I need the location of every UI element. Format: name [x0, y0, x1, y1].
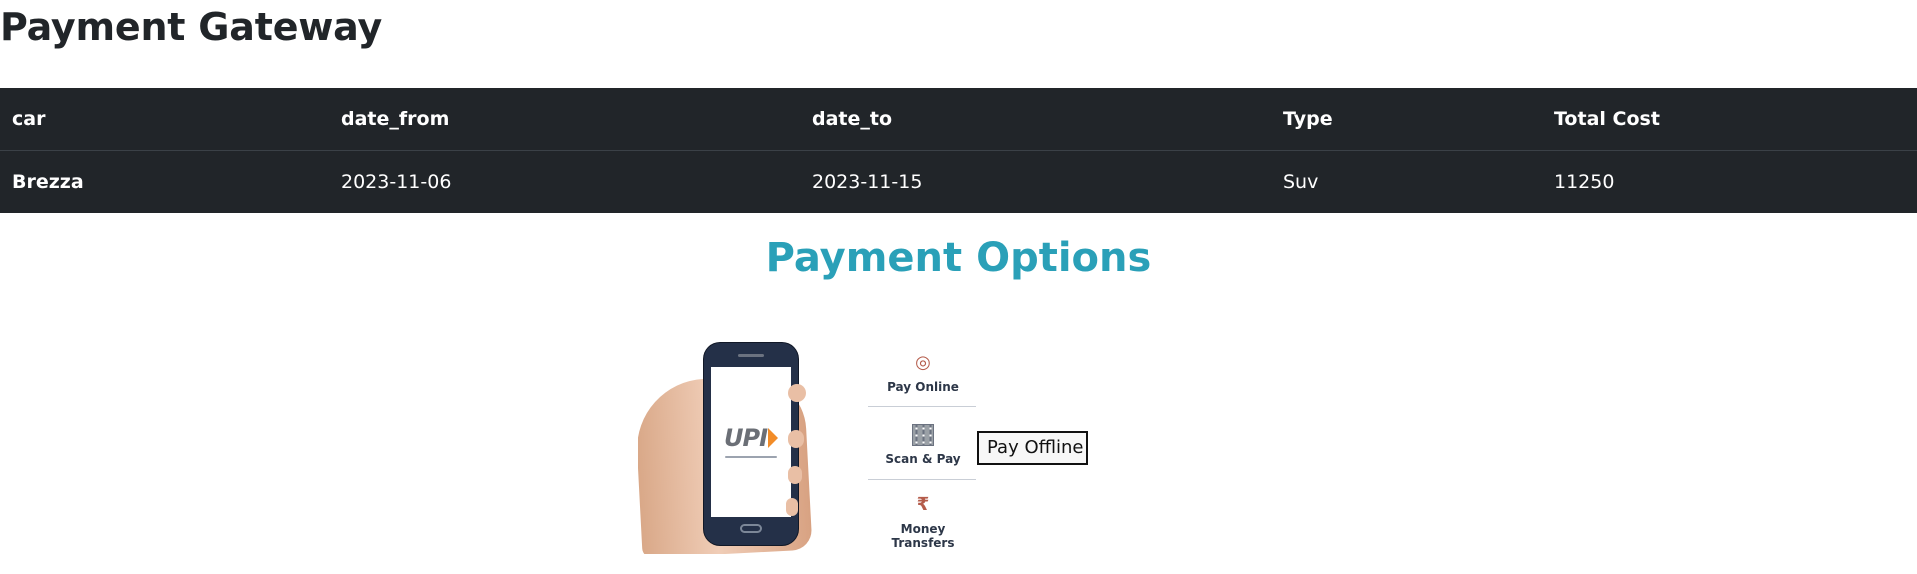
date-from-cell: 2023-11-06 — [341, 171, 452, 193]
total-cost-column-header: Total Cost — [1542, 88, 1917, 151]
scan-pay-label: Scan & Pay — [885, 452, 961, 466]
smartphone-icon: UPI — [704, 343, 798, 545]
phone-home-button — [740, 524, 762, 533]
booking-summary-table: car date_from date_to Type Total Cost Br… — [0, 88, 1917, 213]
total-cost-cell: 11250 — [1554, 171, 1615, 193]
type-cell: Suv — [1283, 171, 1319, 193]
table-header: car date_from date_to Type Total Cost — [0, 88, 1917, 151]
table-row: Brezza 2023-11-06 2023-11-15 Suv 11250 — [0, 151, 1917, 214]
finger-illustration — [788, 384, 806, 402]
pay-online-option: ◎ Pay Online — [868, 351, 978, 394]
table-body: Brezza 2023-11-06 2023-11-15 Suv 11250 — [0, 151, 1917, 214]
pay-online-label: Pay Online — [887, 380, 959, 394]
table-header-row: car date_from date_to Type Total Cost — [0, 88, 1917, 151]
upi-arrow-icon — [768, 428, 778, 448]
qr-code-icon — [912, 424, 934, 446]
phone-screen: UPI — [711, 367, 791, 517]
phone-speaker — [738, 354, 764, 357]
finger-illustration — [786, 498, 798, 516]
pay-offline-button[interactable]: Pay Offline — [977, 431, 1088, 465]
date-to-cell: 2023-11-15 — [812, 171, 923, 193]
money-transfers-label: Money Transfers — [891, 522, 955, 550]
money-transfers-option: ₹ Money Transfers — [868, 493, 978, 550]
upi-caption-line — [725, 456, 777, 458]
finger-illustration — [788, 466, 802, 484]
payment-gateway-page: Payment Gateway car date_from date_to Ty… — [0, 0, 1917, 574]
car-cell: Brezza — [12, 171, 84, 193]
upi-payment-image[interactable]: UPI ◎ Pay Online Scan & Pay ₹ Money Tran… — [638, 338, 978, 554]
type-column-header: Type — [1271, 88, 1542, 151]
globe-icon: ◎ — [915, 352, 931, 373]
car-column-header: car — [0, 88, 329, 151]
rupee-transfer-icon: ₹ — [916, 494, 930, 515]
option-divider — [868, 479, 976, 480]
finger-illustration — [788, 430, 804, 448]
upi-logo-text: UPI — [723, 424, 768, 452]
payment-options-title: Payment Options — [765, 235, 1152, 281]
date-from-column-header: date_from — [329, 88, 800, 151]
upi-logo: UPI — [724, 426, 778, 450]
hand-holding-phone-illustration: UPI — [638, 338, 822, 554]
payment-method-list: ◎ Pay Online Scan & Pay ₹ Money Transfer… — [868, 351, 978, 550]
scan-pay-option: Scan & Pay — [868, 424, 978, 466]
page-title: Payment Gateway — [0, 5, 383, 49]
date-to-column-header: date_to — [800, 88, 1271, 151]
option-divider — [868, 406, 976, 407]
